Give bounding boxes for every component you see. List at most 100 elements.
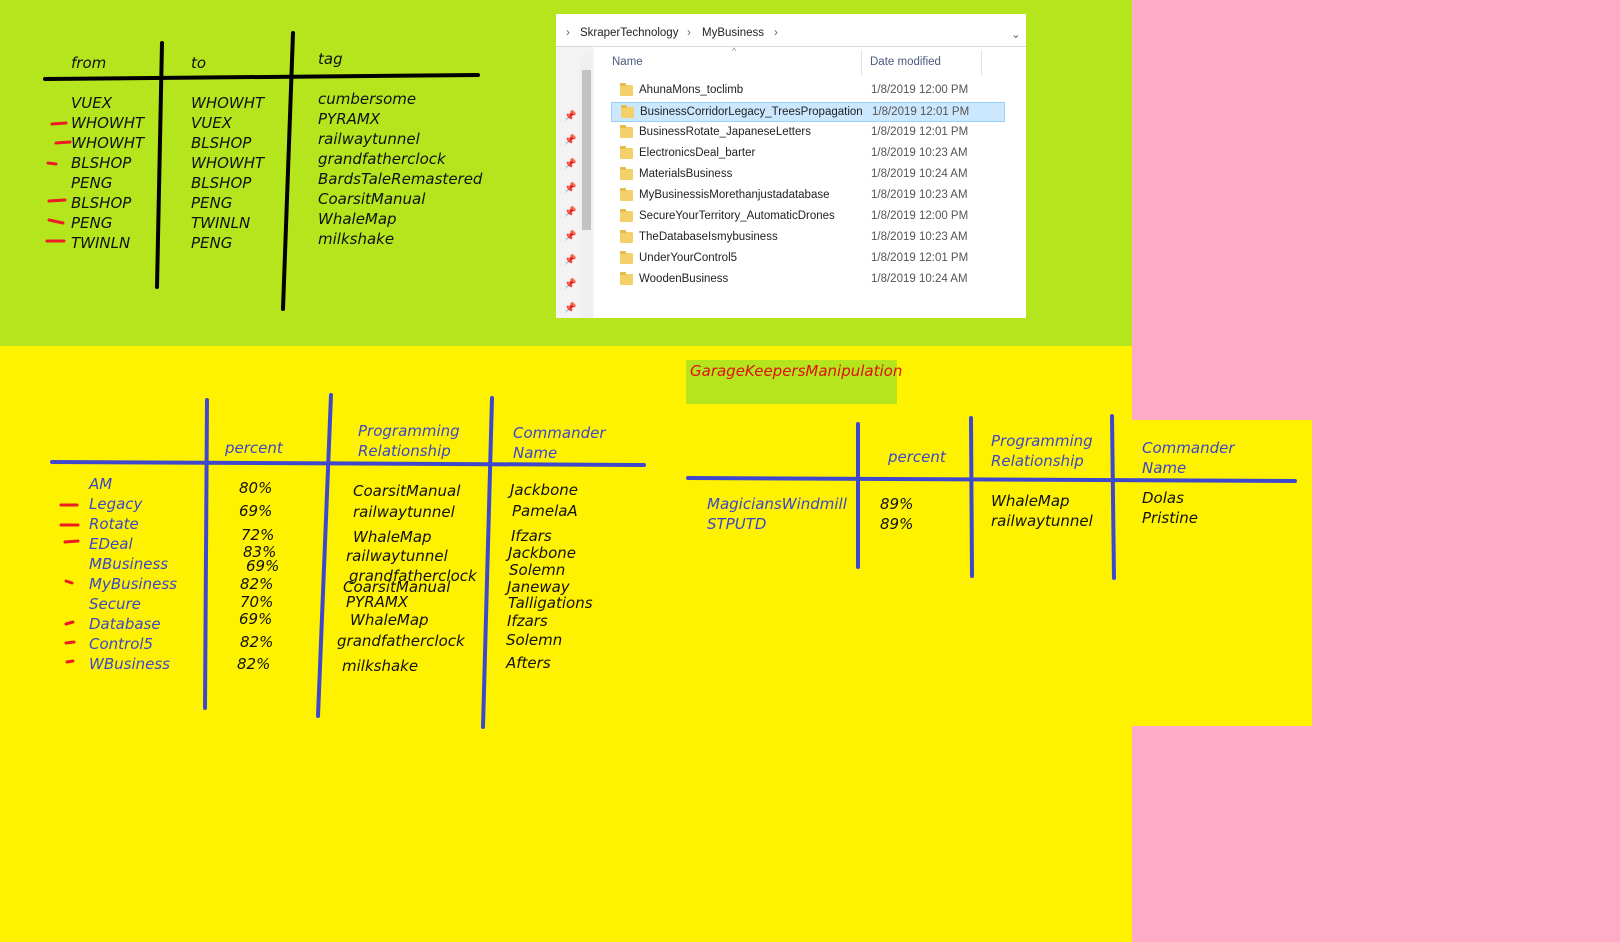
pin-icon: 📌 bbox=[564, 303, 577, 314]
file-row[interactable]: MaterialsBusiness 1/8/2019 10:24 AM bbox=[611, 165, 1005, 185]
top-to-cell: BLSHOP bbox=[191, 134, 252, 152]
top-tag-cell: grandfatherclock bbox=[318, 150, 446, 168]
left-program-cell: WhaleMap bbox=[350, 611, 429, 629]
column-header-date-modified[interactable]: Date modified bbox=[870, 56, 941, 68]
file-row[interactable]: WoodenBusiness 1/8/2019 10:24 AM bbox=[611, 270, 1005, 290]
folder-icon bbox=[620, 167, 633, 180]
left-percent-cell: 72% bbox=[241, 526, 275, 544]
file-row[interactable]: MyBusinessisMorethanjustadatabase 1/8/201… bbox=[611, 186, 1005, 206]
top-from-cell: PENG bbox=[71, 174, 113, 192]
file-date: 1/8/2019 10:23 AM bbox=[871, 231, 968, 243]
nav-scrollbar-thumb[interactable] bbox=[582, 70, 591, 230]
pin-icon: 📌 bbox=[564, 279, 577, 290]
pin-icon: 📌 bbox=[564, 183, 577, 194]
left-commander-cell: Ifzars bbox=[511, 527, 552, 545]
top-tag-cell: WhaleMap bbox=[318, 210, 397, 228]
left-table-divider-2 bbox=[316, 393, 333, 718]
breadcrumb-item-skrapertechnology[interactable]: SkraperTechnology bbox=[580, 27, 678, 39]
pin-icon: 📌 bbox=[564, 231, 577, 242]
top-header-from: from bbox=[71, 54, 107, 72]
column-separator[interactable] bbox=[981, 50, 982, 76]
file-row[interactable]: AhunaMons_toclimb 1/8/2019 12:00 PM bbox=[611, 81, 1005, 101]
column-separator[interactable] bbox=[861, 50, 862, 76]
left-program-cell: milkshake bbox=[342, 657, 419, 675]
pin-icon: 📌 bbox=[564, 255, 577, 266]
top-to-cell: PENG bbox=[191, 234, 233, 252]
left-commander-cell: Afters bbox=[506, 654, 551, 672]
folder-icon bbox=[620, 272, 633, 285]
right-percent-cell: 89% bbox=[880, 495, 914, 513]
left-name-cell: Database bbox=[89, 615, 161, 633]
file-row[interactable]: SecureYourTerritory_AutomaticDrones 1/8/2… bbox=[611, 207, 1005, 227]
folder-icon bbox=[621, 105, 634, 118]
top-header-to: to bbox=[191, 54, 207, 72]
right-table-title: GarageKeepersManipulation bbox=[690, 362, 903, 380]
left-percent-cell: 69% bbox=[239, 502, 273, 520]
left-commander-cell: Talligations bbox=[508, 594, 593, 612]
right-header-commander: Commander bbox=[1142, 439, 1235, 457]
file-row[interactable]: UnderYourControl5 1/8/2019 12:01 PM bbox=[611, 249, 1005, 269]
left-commander-cell: Jackbone bbox=[508, 544, 576, 562]
sort-arrow-icon: ^ bbox=[732, 46, 737, 56]
breadcrumb-item-mybusiness[interactable]: MyBusiness bbox=[702, 27, 764, 39]
folder-icon bbox=[620, 83, 633, 96]
file-name: MaterialsBusiness bbox=[639, 168, 733, 180]
left-commander-cell: Jackbone bbox=[510, 481, 578, 499]
top-to-cell: PENG bbox=[191, 194, 233, 212]
top-from-cell: WHOWHT bbox=[71, 134, 145, 152]
breadcrumb-chevron-icon: › bbox=[687, 27, 691, 39]
pin-icon: 📌 bbox=[564, 111, 577, 122]
file-name: AhunaMons_toclimb bbox=[639, 84, 744, 96]
file-explorer-window: › SkraperTechnology › MyBusiness › ⌄ 📌 📌… bbox=[556, 14, 1026, 318]
top-tag-cell: milkshake bbox=[318, 230, 395, 248]
left-commander-cell: PamelaA bbox=[512, 502, 578, 520]
file-row-selected[interactable]: BusinessCorridorLegacy_TreesPropagation 1… bbox=[611, 102, 1005, 122]
left-program-cell: railwaytunnel bbox=[346, 547, 448, 565]
left-program-cell: PYRAMX bbox=[346, 593, 409, 611]
folder-icon bbox=[620, 188, 633, 201]
top-from-cell: BLSHOP bbox=[71, 194, 132, 212]
top-tag-cell: CoarsitManual bbox=[318, 190, 426, 208]
file-date: 1/8/2019 10:24 AM bbox=[871, 273, 968, 285]
file-date: 1/8/2019 10:23 AM bbox=[871, 147, 968, 159]
left-percent-cell: 69% bbox=[246, 557, 280, 575]
folder-icon bbox=[620, 125, 633, 138]
left-program-cell: railwaytunnel bbox=[353, 503, 455, 521]
left-table-divider-1 bbox=[203, 398, 209, 710]
top-from-cell: TWINLN bbox=[71, 234, 131, 252]
top-from-cell: BLSHOP bbox=[71, 154, 132, 172]
file-row[interactable]: ElectronicsDeal_barter 1/8/2019 10:23 AM bbox=[611, 144, 1005, 164]
folder-icon bbox=[620, 251, 633, 264]
file-row[interactable]: BusinessRotate_JapaneseLetters 1/8/2019 1… bbox=[611, 123, 1005, 143]
left-commander-cell: Janeway bbox=[507, 578, 570, 596]
right-header-percent: percent bbox=[888, 448, 946, 466]
left-percent-cell: 82% bbox=[240, 633, 274, 651]
right-header-programming: Programming bbox=[991, 432, 1093, 450]
right-commander-cell: Pristine bbox=[1142, 509, 1198, 527]
file-date: 1/8/2019 12:00 PM bbox=[871, 210, 969, 222]
left-commander-cell: Solemn bbox=[509, 561, 566, 579]
top-tag-cell: cumbersome bbox=[318, 90, 417, 108]
top-table-divider-2 bbox=[281, 31, 295, 311]
right-percent-cell: 89% bbox=[880, 515, 914, 533]
pin-icon: 📌 bbox=[564, 159, 577, 170]
left-header-name: Name bbox=[513, 444, 558, 462]
column-header-name[interactable]: Name bbox=[612, 56, 643, 68]
file-date: 1/8/2019 12:01 PM bbox=[871, 252, 969, 264]
top-to-cell: VUEX bbox=[191, 114, 232, 132]
left-percent-cell: 69% bbox=[239, 610, 273, 628]
right-header-relationship: Relationship bbox=[991, 452, 1084, 470]
left-percent-cell: 82% bbox=[240, 575, 274, 593]
left-percent-cell: 80% bbox=[239, 479, 273, 497]
left-name-cell: EDeal bbox=[89, 535, 133, 553]
top-from-cell: WHOWHT bbox=[71, 114, 145, 132]
file-row[interactable]: TheDatabaseIsmybusiness 1/8/2019 10:23 AM bbox=[611, 228, 1005, 248]
top-to-cell: BLSHOP bbox=[191, 174, 252, 192]
right-table-divider-3 bbox=[1110, 414, 1116, 580]
file-name: SecureYourTerritory_AutomaticDrones bbox=[639, 210, 835, 222]
address-dropdown-icon[interactable]: ⌄ bbox=[1011, 27, 1021, 41]
file-date: 1/8/2019 12:01 PM bbox=[871, 126, 969, 138]
address-bar[interactable]: › SkraperTechnology › MyBusiness › ⌄ bbox=[556, 22, 1026, 47]
left-name-cell: Rotate bbox=[89, 515, 139, 533]
file-date: 1/8/2019 10:23 AM bbox=[871, 189, 968, 201]
